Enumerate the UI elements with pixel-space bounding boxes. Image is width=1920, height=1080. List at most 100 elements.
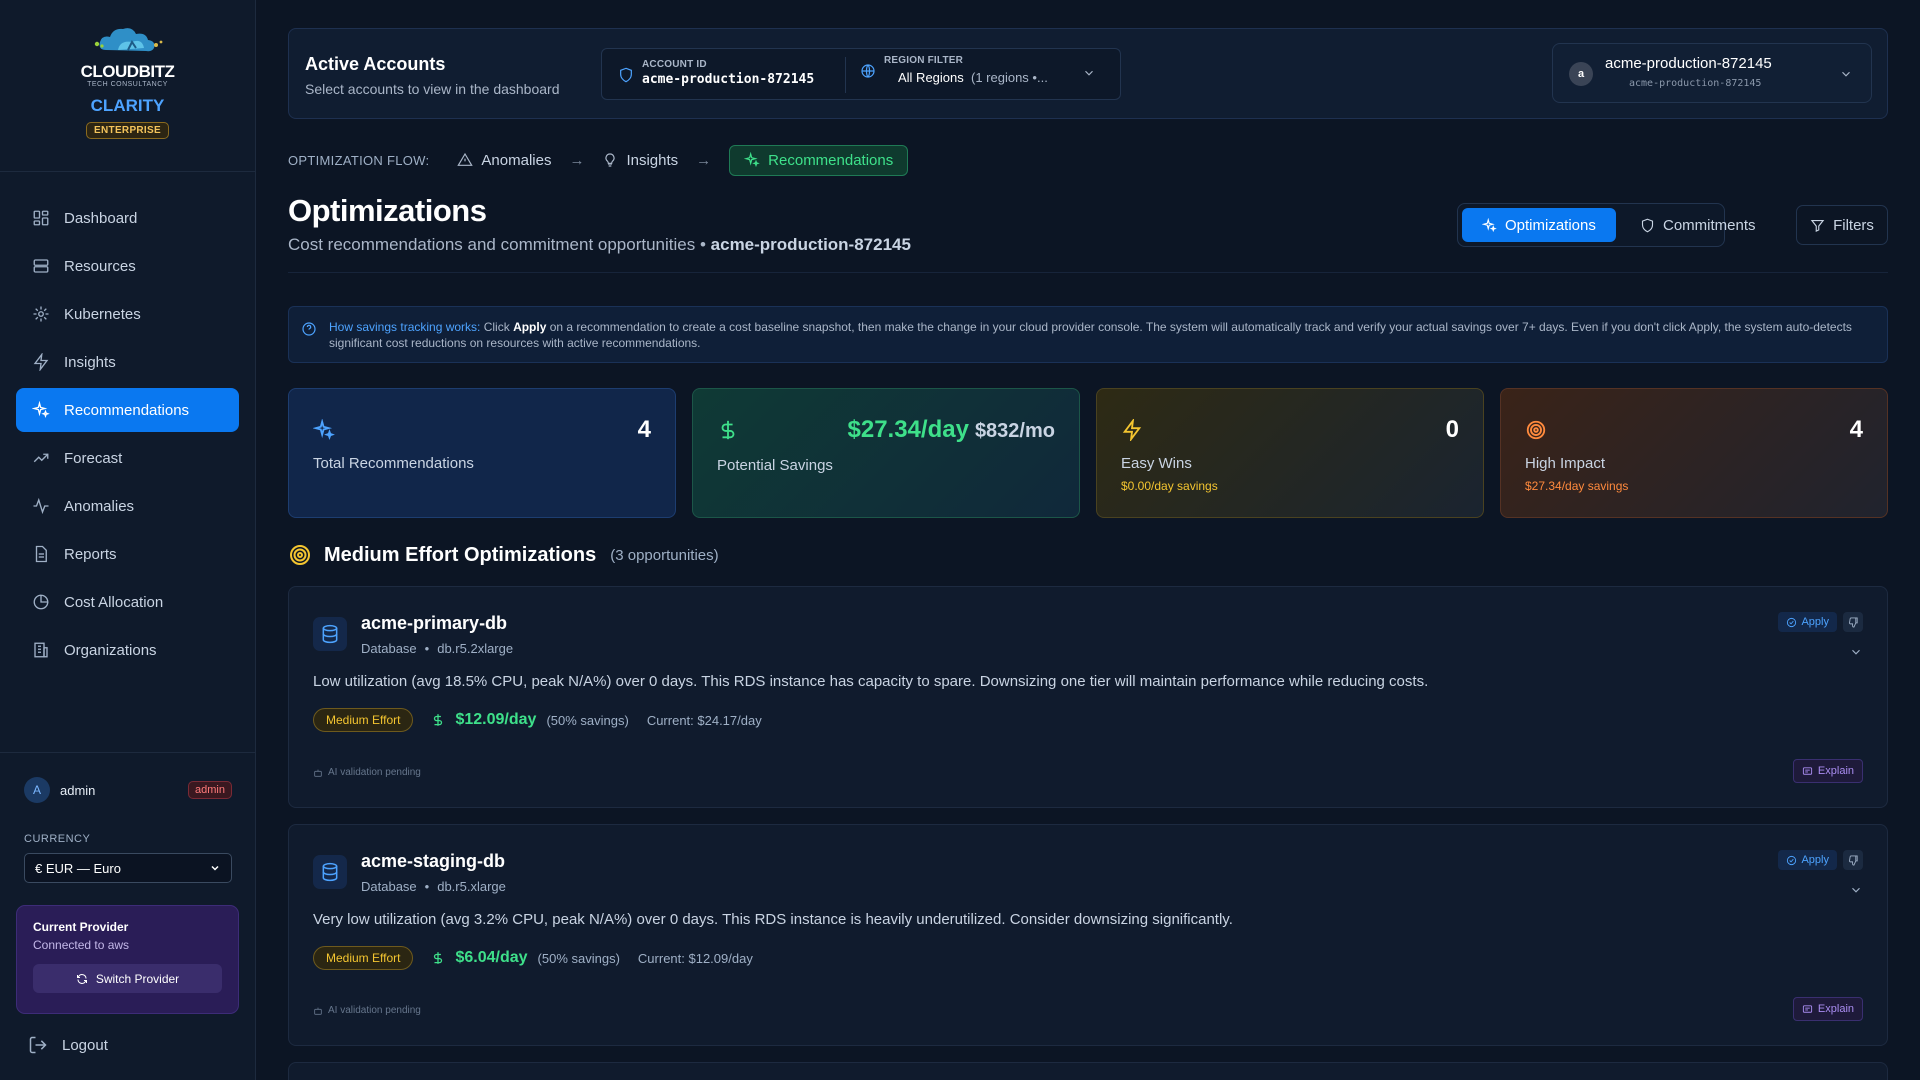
dollar-icon [434,714,443,726]
cloud-logo-icon [94,28,162,52]
optimization-flow: OPTIMIZATION FLOW: Anomalies → Insights … [288,143,909,177]
sidebar-item-label: Anomalies [64,497,135,515]
chevron-down-icon [211,865,219,871]
sidebar-item-label: Recommendations [64,401,190,419]
ai-status-label: AI validation pending [328,1005,421,1016]
accounts-title: Active Accounts [305,54,446,74]
sidebar-item-anomalies[interactable]: Anomalies [16,484,239,528]
switch-provider-button[interactable]: Switch Provider [33,964,222,993]
stat-sub: $0.00/day savings [1121,479,1218,493]
chevron-down-icon[interactable] [1849,883,1863,897]
info-pre: Click [480,320,514,334]
sidebar-item-kubernetes[interactable]: Kubernetes [16,292,239,336]
ai-status-label: AI validation pending [328,767,421,778]
kubernetes-icon [33,306,49,322]
savings-per-day: $27.34/day [847,416,969,443]
check-circle-icon [1787,617,1797,627]
bot-icon [314,769,322,777]
sidebar-item-insights[interactable]: Insights [16,340,239,384]
sidebar: CLOUDBITZ TECH CONSULTANCY CLARITY ENTER… [0,0,256,1080]
stat-value: 0 [1445,416,1459,443]
product-name: CLARITY [90,96,165,115]
main-nav: Dashboard Resources Kubernetes Insights … [16,196,239,676]
sidebar-item-label: Resources [64,257,136,275]
selected-account-name: acme-production-872145 [1605,55,1772,72]
role-badge: admin [188,781,232,799]
file-icon [35,545,47,563]
stat-label: High Impact [1525,455,1606,472]
warning-icon [457,152,474,166]
ai-validation-status: AI validation pending [313,767,421,778]
sidebar-item-cost-allocation[interactable]: Cost Allocation [16,580,239,624]
tab-label: Commitments [1663,216,1756,234]
sidebar-item-resources[interactable]: Resources [16,244,239,288]
target-icon [1526,420,1546,440]
thumbs-down-icon [1848,616,1858,628]
dollar-icon [721,420,735,440]
trending-up-icon [33,453,49,463]
dashboard-icon [33,210,49,226]
sidebar-item-forecast[interactable]: Forecast [16,436,239,480]
recommendation-card[interactable]: acme-primary-db Database • db.r5.2xlarge… [288,586,1888,808]
target-icon [290,545,310,565]
instance-type: db.r5.xlarge [437,879,506,894]
sparkles-icon [313,419,335,441]
lightbulb-icon [605,153,616,167]
switch-provider-label: Switch Provider [95,971,180,986]
flow-step-anomalies[interactable]: Anomalies [457,152,551,169]
arrow-right-icon: → [696,151,712,169]
effort-badge: Medium Effort [313,708,414,732]
currency-select[interactable]: € EUR — Euro [24,853,232,883]
apply-label: Apply [1801,854,1829,866]
chevron-down-icon[interactable] [1849,645,1863,659]
provider-status: Connected to aws [33,938,130,952]
sidebar-item-dashboard[interactable]: Dashboard [16,196,239,240]
stat-easy-wins: 0 Easy Wins $0.00/day savings [1096,388,1484,518]
flow-step-label: Anomalies [481,151,552,169]
lightning-icon [33,353,49,371]
current-cost: Current: $12.09/day [637,950,753,966]
page-title: Optimizations [288,193,487,228]
currency-label: CURRENCY [24,833,91,845]
sidebar-footer: A admin admin CURRENCY € EUR — Euro [0,752,256,883]
apply-button[interactable]: Apply [1778,612,1837,632]
apply-button[interactable]: Apply [1778,850,1837,870]
sidebar-item-reports[interactable]: Reports [16,532,239,576]
info-lead: How savings tracking works: [329,320,481,334]
dismiss-button[interactable] [1843,612,1863,632]
section-header: Medium Effort Optimizations (3 opportuni… [288,543,719,567]
account-avatar: a [1569,62,1593,86]
active-accounts-bar: Active Accounts Select accounts to view … [288,28,1888,119]
filters-button[interactable]: Filters [1796,205,1888,245]
savings-percent: (50% savings) [537,950,620,966]
explain-button[interactable]: Explain [1792,997,1863,1021]
account-id-label: ACCOUNT ID [642,59,707,70]
stat-high-impact: 4 High Impact $27.34/day savings [1500,388,1888,518]
instance-type: db.r5.2xlarge [437,641,514,656]
region-filter[interactable]: REGION FILTER All Regions (1 regions •..… [860,55,1048,85]
tab-optimizations[interactable]: Optimizations [1462,208,1616,242]
dismiss-button[interactable] [1843,850,1863,870]
account-selector[interactable]: a acme-production-872145 acme-production… [1552,43,1872,103]
explain-label: Explain [1817,765,1854,777]
section-title: Medium Effort Optimizations [324,543,597,566]
resource-name: acme-staging-db [361,851,506,871]
stat-label: Easy Wins [1121,455,1192,472]
recommendation-card[interactable] [288,1062,1888,1080]
tab-commitments[interactable]: Commitments [1620,208,1776,242]
logout-button[interactable]: Logout [28,1035,108,1055]
sidebar-item-organizations[interactable]: Organizations [16,628,239,672]
effort-badge: Medium Effort [313,946,414,970]
flow-step-insights[interactable]: Insights [602,152,678,169]
stat-value: 4 [1849,416,1863,443]
ai-validation-status: AI validation pending [313,1005,421,1016]
brand: CLOUDBITZ TECH CONSULTANCY CLARITY ENTER… [0,0,255,172]
info-rest: on a recommendation to create a cost bas… [329,320,1852,350]
explain-button[interactable]: Explain [1792,759,1863,783]
chevron-down-icon[interactable] [1082,66,1096,80]
savings-percent: (50% savings) [546,712,629,728]
sidebar-item-recommendations[interactable]: Recommendations [16,388,239,432]
flow-step-recommendations[interactable]: Recommendations [729,144,909,176]
recommendation-card[interactable]: acme-staging-db Database • db.r5.xlarge … [288,824,1888,1046]
recommendation-description: Low utilization (avg 18.5% CPU, peak N/A… [313,673,1429,690]
